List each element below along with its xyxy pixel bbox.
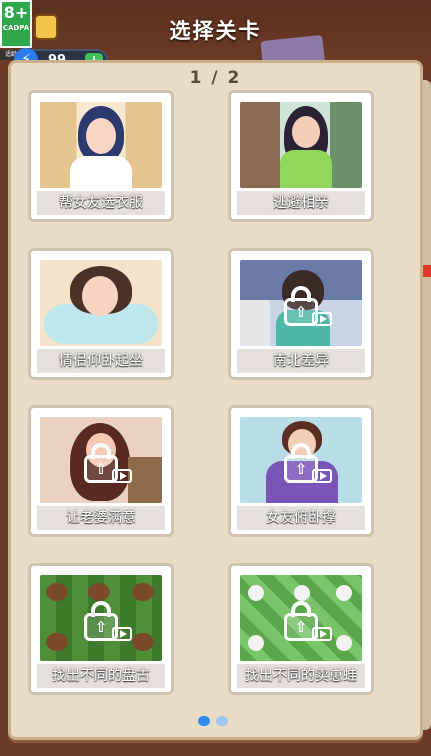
level-thumbnail: ⇧ <box>40 575 162 661</box>
video-ad-icon <box>312 312 332 326</box>
level-thumbnail <box>40 102 162 188</box>
level-label: 情侣仰卧起坐 <box>37 349 165 373</box>
level-label: 帮女友选衣服 <box>37 191 165 215</box>
level-thumbnail: ⇧ <box>240 575 362 661</box>
level-label: 逃避相亲 <box>237 191 365 215</box>
level-thumbnail: ⇧ <box>240 417 362 503</box>
page-dots <box>198 716 238 728</box>
level-card[interactable]: 帮女友选衣服 <box>28 90 174 222</box>
level-card[interactable]: 逃避相亲 <box>228 90 374 222</box>
bookmark-tab <box>423 265 431 277</box>
level-card[interactable]: ⇧ 女友俯卧撑 <box>228 405 374 537</box>
level-card[interactable]: ⇧ 找出不同的盘古 <box>28 563 174 695</box>
level-card[interactable]: 情侣仰卧起坐 <box>28 248 174 380</box>
video-ad-icon <box>312 627 332 641</box>
video-ad-icon <box>312 469 332 483</box>
level-label: 南北差异 <box>237 349 365 373</box>
level-thumbnail <box>240 102 362 188</box>
video-ad-icon <box>112 627 132 641</box>
level-card[interactable]: ⇧ 南北差异 <box>228 248 374 380</box>
page-dot[interactable] <box>216 716 228 726</box>
video-ad-icon <box>112 469 132 483</box>
level-thumbnail: ⇧ <box>40 417 162 503</box>
level-label: 让老婆满意 <box>37 506 165 530</box>
level-card[interactable]: ⇧ 让老婆满意 <box>28 405 174 537</box>
level-thumbnail: ⇧ <box>240 260 362 346</box>
level-thumbnail <box>40 260 162 346</box>
level-card[interactable]: ⇧ 找出不同的卖崽蛙 <box>228 563 374 695</box>
page-indicator: 1 / 2 <box>189 68 242 88</box>
page-title: 选择关卡 <box>169 19 262 43</box>
level-label: 找出不同的卖崽蛙 <box>237 664 365 688</box>
level-label: 女友俯卧撑 <box>237 506 365 530</box>
level-label: 找出不同的盘古 <box>37 664 165 688</box>
page-dot-active[interactable] <box>198 716 210 726</box>
